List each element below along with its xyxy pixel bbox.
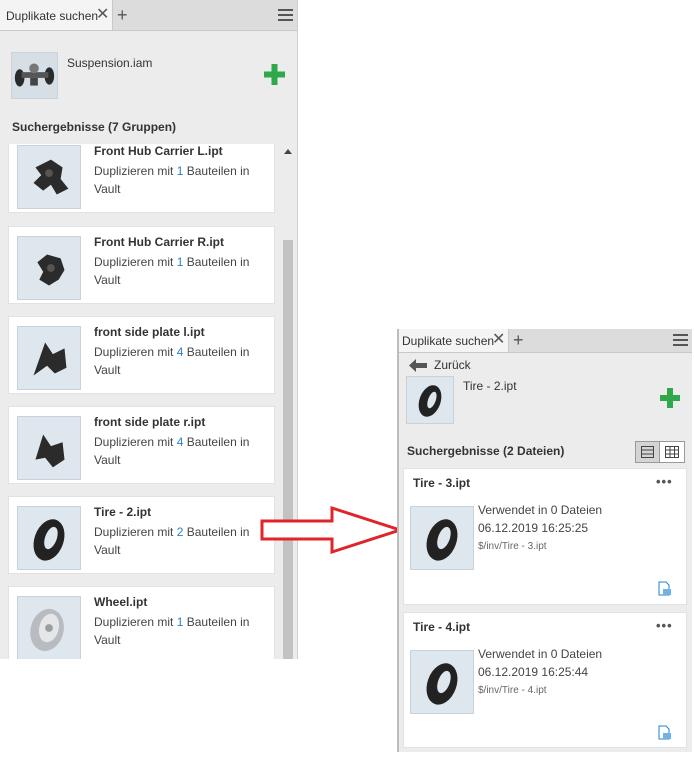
back-arrow-icon [409, 359, 427, 372]
file-name: Tire - 3.ipt [413, 476, 471, 490]
tab-label: Duplikate suchen [6, 9, 99, 23]
result-duplicate-info: Duplizieren mit 1 Bauteilen in [94, 615, 250, 629]
list-view-button[interactable] [636, 442, 660, 462]
grid-view-icon [665, 446, 679, 458]
results-section-title: Suchergebnisse (2 Dateien) [407, 444, 565, 458]
result-duplicate-info: Duplizieren mit 1 Bauteilen in [94, 255, 250, 269]
grid-view-button[interactable] [660, 442, 684, 462]
close-icon[interactable]: ✕ [96, 7, 109, 23]
result-name: front side plate l.ipt [94, 325, 205, 339]
result-card[interactable]: Front Hub Carrier R.ipt Duplizieren mit … [9, 227, 274, 303]
side-plate-thumbnail [17, 416, 81, 480]
tab-bar: Duplikate suchen ✕ + [399, 329, 692, 353]
scrollbar-thumb[interactable] [283, 240, 293, 659]
result-location: Vault [94, 273, 121, 287]
file-usage: Verwendet in 0 Dateien [478, 647, 603, 661]
file-date: 06.12.2019 16:25:44 [478, 665, 589, 679]
file-usage: Verwendet in 0 Dateien [478, 503, 603, 517]
tire-thumbnail [17, 506, 81, 570]
right-duplicate-search-panel: Duplikate suchen ✕ + Zurück Tire - 2.ipt… [397, 329, 692, 752]
add-plus-icon[interactable] [264, 64, 285, 85]
tab-duplicate-search[interactable]: Duplikate suchen ✕ [399, 329, 509, 352]
suspension-assembly-icon [12, 53, 57, 98]
tire-thumbnail [410, 506, 474, 570]
result-name: Front Hub Carrier R.ipt [94, 235, 225, 249]
hub-carrier-thumbnail [17, 236, 81, 300]
result-duplicate-info: Duplizieren mit 1 Bauteilen in [94, 164, 250, 178]
back-label: Zurück [434, 358, 471, 372]
result-location: Vault [94, 633, 121, 647]
result-location: Vault [94, 543, 121, 557]
result-card[interactable]: Wheel.ipt Duplizieren mit 1 Bauteilen in… [9, 587, 274, 659]
add-tab-icon[interactable]: + [117, 6, 128, 24]
result-location: Vault [94, 453, 121, 467]
open-document-icon[interactable] [658, 581, 672, 596]
tire-thumbnail [406, 376, 454, 424]
assembly-name: Suspension.iam [67, 56, 153, 70]
add-plus-icon[interactable] [660, 388, 680, 408]
close-icon[interactable]: ✕ [492, 332, 505, 348]
results-section-title: Suchergebnisse (7 Gruppen) [12, 120, 177, 134]
file-date: 06.12.2019 16:25:25 [478, 521, 589, 535]
file-name: Tire - 4.ipt [413, 620, 471, 634]
result-duplicate-info: Duplizieren mit 4 Bauteilen in [94, 345, 250, 359]
tire-thumbnail [410, 650, 474, 714]
assembly-thumbnail [11, 52, 58, 99]
right-arrow-icon [260, 505, 404, 555]
add-tab-icon[interactable]: + [513, 331, 524, 349]
more-options-icon[interactable]: ••• [656, 475, 673, 488]
tab-bar: Duplikate suchen ✕ + [0, 0, 297, 31]
wheel-thumbnail [17, 596, 81, 659]
scroll-up-arrow-icon[interactable] [284, 149, 292, 154]
result-duplicate-info: Duplizieren mit 2 Bauteilen in [94, 525, 250, 539]
result-card[interactable]: Tire - 2.ipt Duplizieren mit 2 Bauteilen… [9, 497, 274, 573]
left-duplicate-search-panel: Duplikate suchen ✕ + Suspension.iam Such… [0, 0, 298, 659]
result-name: Wheel.ipt [94, 595, 148, 609]
view-toggle[interactable] [635, 441, 685, 463]
result-duplicate-info: Duplizieren mit 4 Bauteilen in [94, 435, 250, 449]
result-location: Vault [94, 363, 121, 377]
tab-duplicate-search[interactable]: Duplikate suchen ✕ [0, 0, 113, 30]
file-path: $/inv/Tire - 3.ipt [478, 541, 547, 552]
side-plate-thumbnail [17, 326, 81, 390]
results-list: Front Hub Carrier L.ipt Duplizieren mit … [0, 144, 298, 659]
file-card[interactable]: Tire - 4.ipt ••• Verwendet in 0 Dateien … [404, 613, 686, 747]
result-location: Vault [94, 182, 121, 196]
file-path: $/inv/Tire - 4.ipt [478, 685, 547, 696]
open-document-icon[interactable] [658, 725, 672, 740]
hamburger-menu-icon[interactable] [278, 9, 293, 22]
result-name: Tire - 2.ipt [94, 505, 152, 519]
more-options-icon[interactable]: ••• [656, 619, 673, 632]
hub-carrier-thumbnail [17, 145, 81, 209]
file-card[interactable]: Tire - 3.ipt ••• Verwendet in 0 Dateien … [404, 469, 686, 604]
result-card[interactable]: front side plate r.ipt Duplizieren mit 4… [9, 407, 274, 483]
part-name: Tire - 2.ipt [463, 379, 517, 393]
result-card[interactable]: Front Hub Carrier L.ipt Duplizieren mit … [9, 144, 274, 212]
result-name: Front Hub Carrier L.ipt [94, 144, 223, 158]
list-view-icon [641, 446, 654, 458]
tab-label: Duplikate suchen [402, 334, 495, 348]
result-card[interactable]: front side plate l.ipt Duplizieren mit 4… [9, 317, 274, 393]
result-name: front side plate r.ipt [94, 415, 206, 429]
hamburger-menu-icon[interactable] [673, 334, 688, 347]
